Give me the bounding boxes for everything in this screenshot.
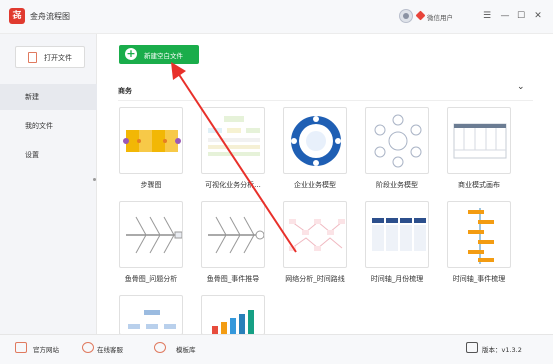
- template-thumbnail-business-analysis: [201, 107, 265, 174]
- template-card[interactable]: 网络分析_时间路线: [283, 201, 347, 284]
- version-label: 版本：v1.3.2: [482, 346, 522, 354]
- template-card[interactable]: 步骤图: [119, 107, 183, 190]
- template-thumbnail-fishbone-problem: [119, 201, 183, 268]
- sidebar-item-new[interactable]: 新建: [0, 84, 97, 110]
- template-label: 企业业务模型: [294, 181, 336, 189]
- title-bar: 㐂 金舟流程图 微信用户 ☰ — ☐ ✕: [0, 0, 553, 34]
- template-thumbnail-cylinder-chart: [201, 295, 265, 335]
- template-label: 鱼骨图_事件推导: [206, 275, 260, 283]
- resize-handle[interactable]: [93, 178, 96, 181]
- monitor-icon: [15, 342, 27, 353]
- template-card[interactable]: 鱼骨图_事件推导: [201, 201, 265, 284]
- close-button[interactable]: ✕: [532, 10, 544, 22]
- template-thumbnail-enterprise-model: [283, 107, 347, 174]
- template-card[interactable]: 商业模式画布: [447, 107, 511, 190]
- template-thumbnail-hierarchy: [119, 295, 183, 335]
- chevron-down-icon[interactable]: ⌄: [517, 82, 525, 92]
- template-card[interactable]: 企业业务模型: [283, 107, 347, 190]
- template-thumbnail-timeline-month: [365, 201, 429, 268]
- template-library-icon: [154, 342, 166, 353]
- user-avatar[interactable]: [399, 9, 413, 23]
- app-logo-icon: 㐂: [9, 8, 25, 24]
- new-blank-file-label: 新建空白文件: [144, 52, 183, 60]
- maximize-button[interactable]: ☐: [515, 10, 527, 22]
- sidebar: 打开文件 新建 我的文件 设置: [0, 34, 97, 334]
- template-card[interactable]: [119, 295, 183, 335]
- template-card[interactable]: 时间轴_月份梳理: [365, 201, 429, 284]
- main-panel: + 新建空白文件 商务 ⌄ 步骤图 可视化业务分析... 企业业务模型 阶段业务…: [97, 34, 553, 335]
- template-thumbnail-step-chart: [119, 107, 183, 174]
- template-card[interactable]: 鱼骨图_问题分析: [119, 201, 183, 284]
- template-library-link[interactable]: 模板库: [176, 344, 196, 354]
- vip-icon: [415, 10, 426, 21]
- footer-bar: 官方网站 在线客服 模板库 版本：v1.3.2: [0, 334, 553, 364]
- customer-service-icon: [82, 342, 94, 353]
- template-label: 可视化业务分析...: [205, 181, 261, 189]
- divider: [118, 100, 533, 101]
- template-thumbnail-fishbone-event: [201, 201, 265, 268]
- template-label: 时间轴_月份梳理: [370, 275, 424, 283]
- template-card[interactable]: [201, 295, 265, 335]
- open-file-label: 打开文件: [44, 54, 72, 62]
- sidebar-item-settings[interactable]: 设置: [0, 142, 97, 168]
- open-file-button[interactable]: 打开文件: [15, 46, 85, 68]
- online-service-link[interactable]: 在线客服: [97, 344, 123, 354]
- template-card[interactable]: 阶段业务模型: [365, 107, 429, 190]
- template-label: 时间轴_事件梳理: [452, 275, 506, 283]
- app-title: 金舟流程图: [30, 12, 70, 21]
- minimize-button[interactable]: —: [499, 10, 511, 22]
- template-label: 阶段业务模型: [376, 181, 418, 189]
- menu-icon[interactable]: ☰: [481, 10, 493, 22]
- template-card[interactable]: 时间轴_事件梳理: [447, 201, 511, 284]
- template-label: 步骤图: [140, 181, 162, 189]
- section-title: 商务: [118, 87, 132, 95]
- template-card[interactable]: 可视化业务分析...: [201, 107, 265, 190]
- new-blank-file-button[interactable]: + 新建空白文件: [119, 45, 199, 64]
- template-label: 网络分析_时间路线: [285, 275, 345, 283]
- sidebar-item-my-files[interactable]: 我的文件: [0, 113, 97, 139]
- official-website-link[interactable]: 官方网站: [33, 344, 59, 354]
- template-thumbnail-stage-model: [365, 107, 429, 174]
- template-thumbnail-network-timeline: [283, 201, 347, 268]
- template-label: 商业模式画布: [458, 181, 500, 189]
- file-icon: [28, 52, 37, 63]
- template-thumbnail-timeline-event: [447, 201, 511, 268]
- template-thumbnail-business-canvas: [447, 107, 511, 174]
- plus-icon: +: [125, 47, 137, 60]
- download-icon[interactable]: [466, 342, 478, 353]
- user-name[interactable]: 微信用户: [427, 12, 453, 22]
- template-label: 鱼骨图_问题分析: [124, 275, 178, 283]
